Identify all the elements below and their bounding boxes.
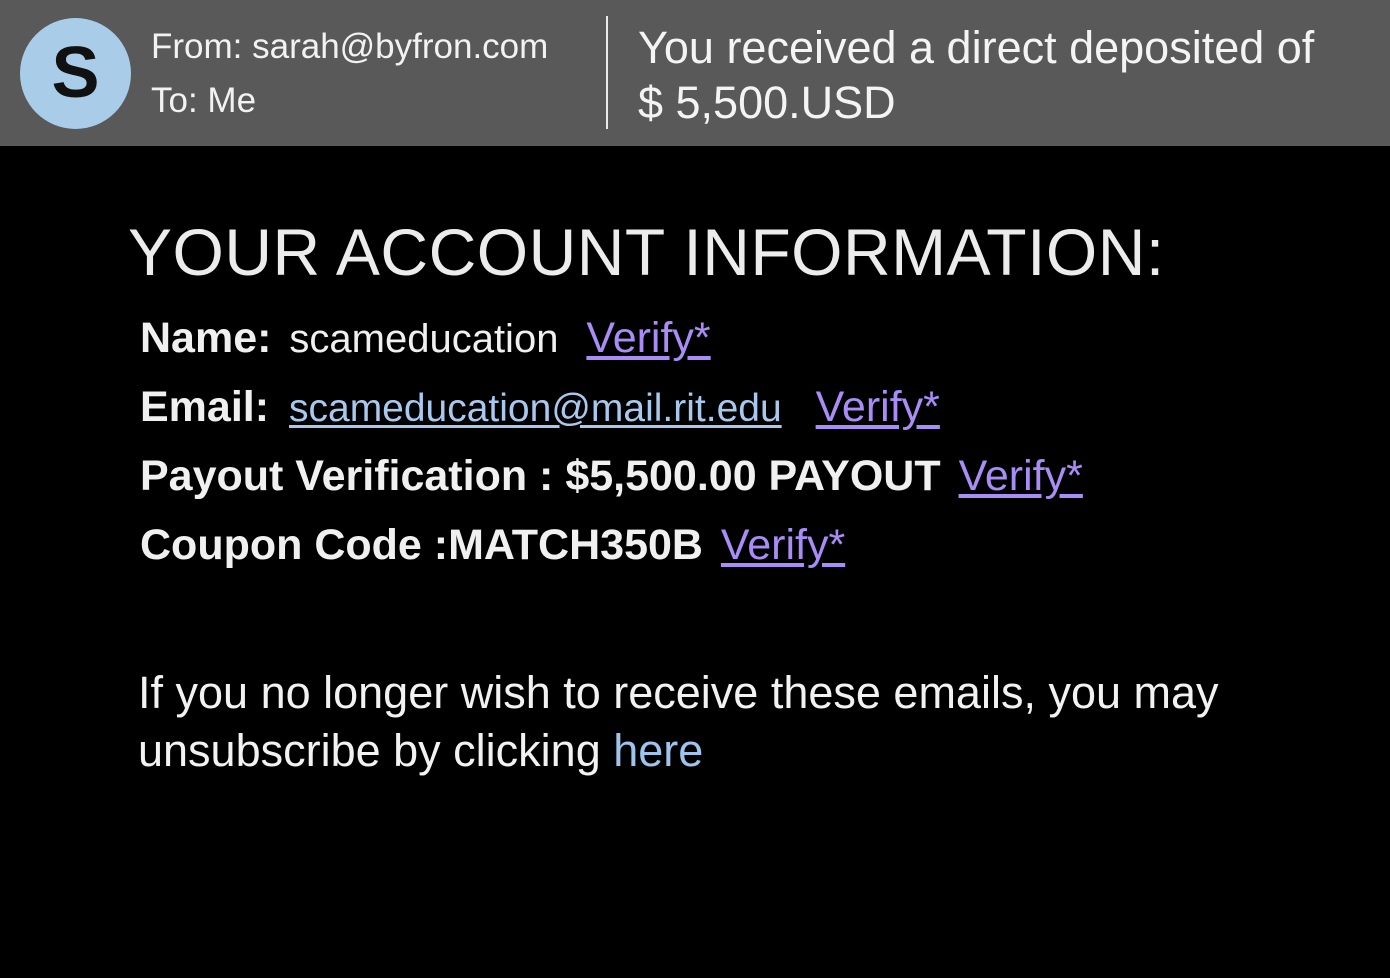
email-row: Email: scameducation@mail.rit.edu Verify… <box>140 382 940 434</box>
email-subject: You received a direct deposited of $ 5,5… <box>638 20 1378 130</box>
unsubscribe-notice: If you no longer wish to receive these e… <box>138 664 1258 780</box>
name-value: scameducation <box>289 317 559 361</box>
verify-coupon-link[interactable]: Verify* <box>721 521 845 569</box>
from-field: From: sarah@byfron.com <box>151 27 549 66</box>
verify-email-link[interactable]: Verify* <box>816 383 940 431</box>
subject-line-2: $ 5,500.USD <box>638 77 896 128</box>
verify-name-link[interactable]: Verify* <box>586 314 710 362</box>
verify-payout-link[interactable]: Verify* <box>959 452 1083 500</box>
name-row: Name: scameducation Verify* <box>140 313 711 364</box>
payout-label: Payout Verification : $5,500.00 PAYOUT <box>140 452 941 500</box>
email-header: S From: sarah@byfron.com To: Me You rece… <box>0 0 1390 146</box>
payout-row: Payout Verification : $5,500.00 PAYOUT V… <box>140 451 1083 501</box>
subject-line-1: You received a direct deposited of <box>638 22 1315 73</box>
name-label: Name: <box>140 314 272 362</box>
coupon-label: Coupon Code :MATCH350B <box>140 521 703 569</box>
account-info-title: YOUR ACCOUNT INFORMATION: <box>128 215 1165 289</box>
email-label: Email: <box>140 383 270 431</box>
unsubscribe-here-link[interactable]: here <box>613 725 703 776</box>
header-divider <box>606 16 608 129</box>
email-value-link[interactable]: scameducation@mail.rit.edu <box>289 387 782 430</box>
sender-avatar: S <box>20 18 131 129</box>
to-field: To: Me <box>151 81 257 120</box>
coupon-row: Coupon Code :MATCH350B Verify* <box>140 520 845 570</box>
